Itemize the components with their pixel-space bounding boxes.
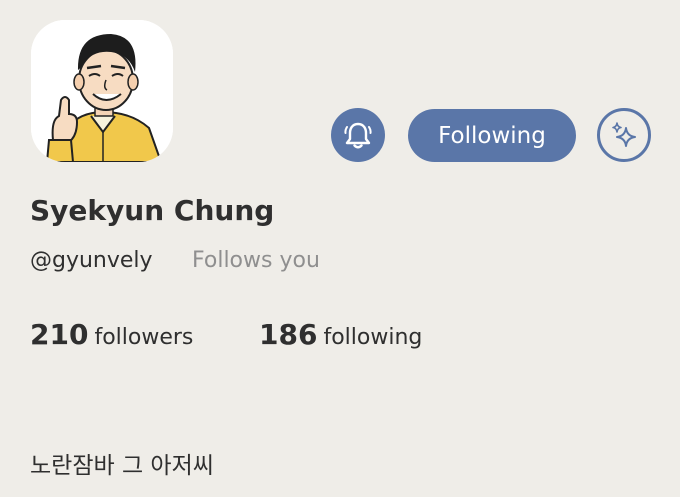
profile-name: Syekyun Chung bbox=[30, 194, 275, 227]
followers-stat[interactable]: 210 followers bbox=[30, 318, 193, 351]
following-stat[interactable]: 186 following bbox=[259, 318, 422, 351]
following-button[interactable]: Following bbox=[408, 109, 576, 162]
sparkles-icon bbox=[612, 122, 636, 147]
following-count: 186 bbox=[259, 318, 318, 351]
bell-icon bbox=[344, 122, 372, 149]
avatar-illustration bbox=[31, 20, 173, 162]
sparkle-button[interactable] bbox=[597, 108, 651, 162]
profile-handle: @gyunvely bbox=[30, 248, 153, 273]
avatar[interactable] bbox=[31, 20, 173, 162]
follows-you-label: Follows you bbox=[192, 248, 320, 273]
profile-bio: 노란잠바 그 아저씨 bbox=[30, 453, 214, 479]
following-button-label: Following bbox=[438, 122, 546, 149]
followers-label: followers bbox=[94, 325, 194, 350]
followers-count: 210 bbox=[30, 318, 89, 351]
notification-bell-button[interactable] bbox=[331, 108, 385, 162]
following-label: following bbox=[323, 325, 423, 350]
